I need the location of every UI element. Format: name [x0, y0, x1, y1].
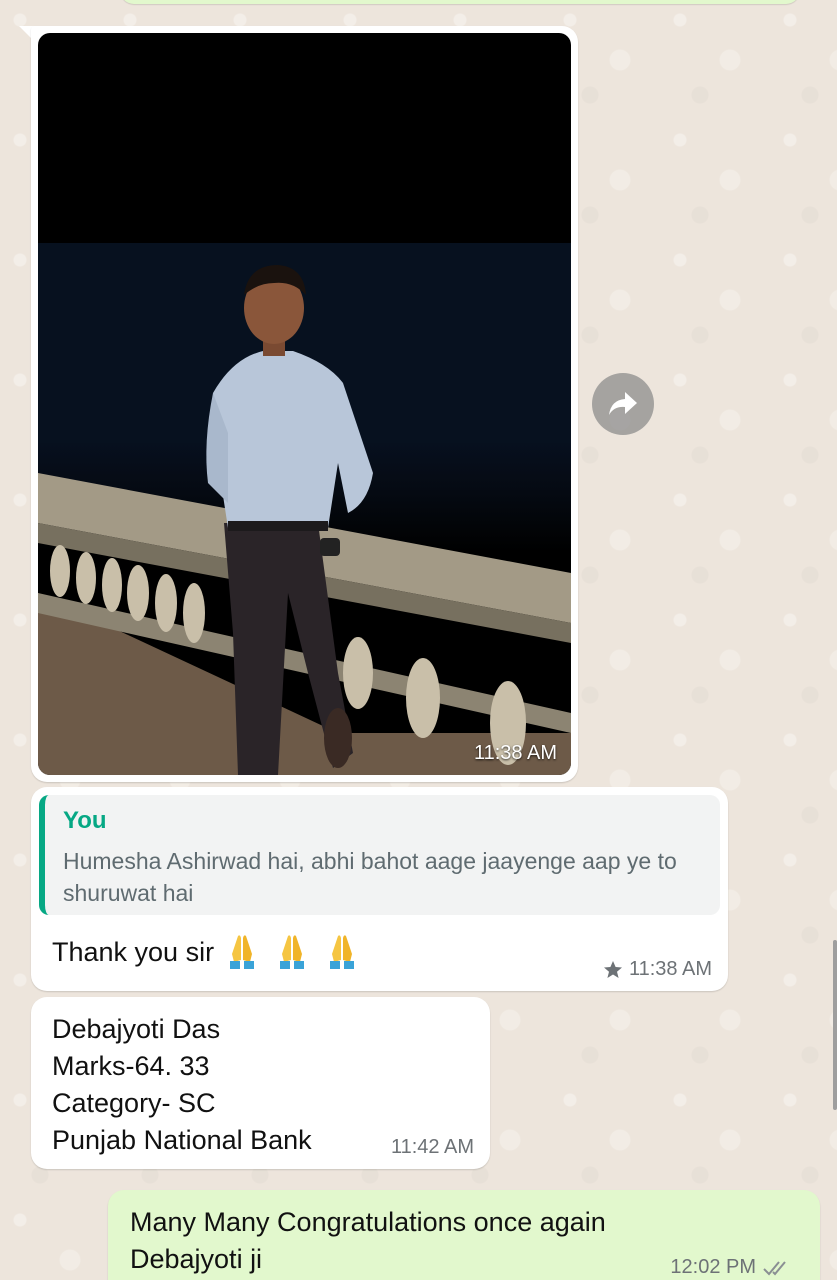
folded-hands-icon — [230, 935, 255, 969]
forward-button[interactable] — [592, 373, 654, 435]
pray-emoji-group — [218, 932, 362, 972]
details-line-category: Category- SC — [52, 1088, 216, 1118]
details-line-name: Debajyoti Das — [52, 1014, 221, 1044]
previous-message-bubble[interactable] — [120, 0, 800, 4]
double-check-icon — [763, 1260, 786, 1275]
message-time: 12:02 PM — [670, 1256, 756, 1278]
star-icon — [603, 960, 622, 978]
message-text-row: Thank you sir — [52, 932, 362, 972]
message-time: 11:42 AM — [390, 1136, 474, 1158]
scrollbar[interactable] — [833, 940, 837, 1110]
quoted-message[interactable]: You Humesha Ashirwad hai, abhi bahot aag… — [39, 795, 720, 915]
quote-author: You — [63, 807, 107, 834]
folded-hands-icon — [330, 935, 355, 969]
message-text: Thank you sir — [52, 936, 215, 967]
message-time: 11:38 AM — [473, 742, 557, 764]
photo-illustration — [38, 243, 571, 775]
outgoing-message[interactable]: Many Many Congratulations once again Deb… — [108, 1190, 820, 1280]
message-meta: 11:38 AM — [603, 958, 712, 981]
quote-text: Humesha Ashirwad hai, abhi bahot aage ja… — [63, 848, 677, 906]
message-time: 11:38 AM — [628, 958, 712, 980]
details-line-marks: Marks-64. 33 — [52, 1051, 210, 1081]
folded-hands-icon — [280, 935, 305, 969]
message-text: Many Many Congratulations once again Deb… — [130, 1207, 606, 1274]
reply-message[interactable]: You Humesha Ashirwad hai, abhi bahot aag… — [31, 787, 728, 991]
photo-image[interactable]: 11:38 AM — [38, 33, 571, 775]
message-meta: 12:02 PM — [670, 1256, 792, 1279]
forward-icon — [609, 392, 637, 415]
details-message[interactable]: Debajyoti Das Marks-64. 33 Category- SC … — [31, 997, 490, 1169]
message-meta: 11:42 AM — [391, 1136, 474, 1159]
photo-message[interactable]: 11:38 AM — [31, 26, 578, 782]
